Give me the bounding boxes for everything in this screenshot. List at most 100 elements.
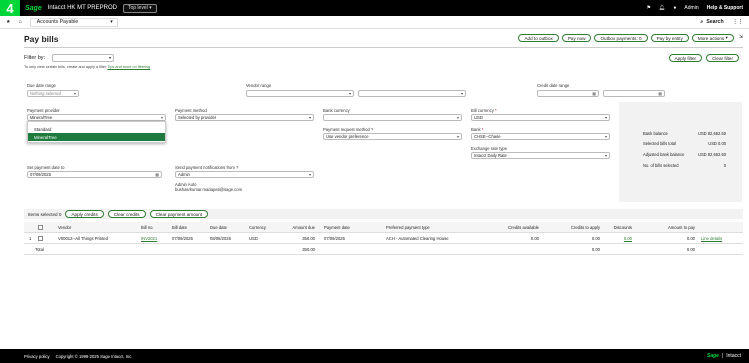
- bell-icon[interactable]: 🔔︎: [659, 5, 665, 11]
- flag-icon[interactable]: ⚑: [647, 5, 651, 11]
- filter-help-text: To only view certain bills, create and a…: [24, 65, 107, 69]
- col-currency: Currency: [249, 225, 266, 230]
- bills-table: Vendor Bill no. Bill date Due date Curre…: [24, 222, 743, 255]
- entity-select-value: Top level: [127, 5, 148, 11]
- star-icon[interactable]: ★: [6, 19, 11, 25]
- payment-request-method-select[interactable]: Use vendor preference ▾: [323, 133, 462, 140]
- send-notifications-value: Admin: [178, 172, 190, 177]
- chevron-down-icon: ▾: [456, 134, 459, 139]
- items-selected-count: Items selected 0: [28, 211, 62, 217]
- dropdown-option-mineraltree[interactable]: MineralTree: [28, 133, 165, 141]
- credits-to-apply-cell[interactable]: 0.00: [592, 236, 600, 241]
- more-actions-button[interactable]: More actions ▾: [691, 34, 734, 42]
- vendor-range-to[interactable]: ▾: [358, 90, 466, 97]
- chevron-down-icon: ▾: [348, 91, 351, 96]
- col-due-date: Due date: [210, 225, 227, 230]
- col-vendor: Vendor: [58, 225, 72, 230]
- apply-filter-button[interactable]: Apply filter: [668, 54, 703, 62]
- home-icon[interactable]: ⌂: [19, 19, 22, 25]
- calendar-icon[interactable]: ▦: [592, 91, 596, 96]
- currency-cell: USD: [249, 236, 258, 241]
- payment-type-cell: ACH - Automated Clearing House: [386, 236, 449, 241]
- payment-date-label: Set payment date to: [27, 165, 65, 170]
- clear-credits-button[interactable]: Clear credits: [107, 210, 146, 218]
- bank-select[interactable]: CHSE--Chase ▾: [471, 133, 610, 140]
- apply-credits-button[interactable]: Apply credits: [65, 210, 104, 218]
- vendor-range-from[interactable]: ▾: [246, 90, 354, 97]
- entity-select[interactable]: Top level ▾: [122, 3, 157, 13]
- collapse-icon[interactable]: ⇲: [739, 34, 743, 42]
- payment-provider-select[interactable]: MineralTree ▾: [27, 114, 166, 121]
- credits-available-cell: 0.00: [530, 236, 539, 241]
- payment-request-method-label-text: Payment request method: [323, 127, 370, 132]
- bill-date-cell: 07/09/2025: [172, 236, 193, 241]
- credit-date-from[interactable]: ▦: [537, 90, 599, 97]
- dropdown-option-standard[interactable]: Standard: [28, 125, 165, 133]
- calendar-icon[interactable]: ▦: [155, 172, 159, 177]
- col-discounts: Discounts: [613, 225, 632, 230]
- row-checkbox[interactable]: [38, 236, 43, 241]
- company-name: Intacct HK MT PREPROD: [47, 5, 117, 11]
- add-to-outbox-button[interactable]: Add to outbox: [518, 34, 559, 42]
- bank-value: CHSE--Chase: [474, 134, 501, 139]
- bills-selected-row: No. of bills selected 0: [643, 163, 726, 168]
- line-details-link[interactable]: Line details: [701, 236, 722, 241]
- payment-method-value: Selected by provider: [178, 115, 217, 120]
- bill-no-link[interactable]: INV2021: [141, 236, 157, 241]
- due-date-range-select[interactable]: Nothing selected ▾: [27, 90, 79, 97]
- pay-by-entity-button[interactable]: Pay by entity: [650, 34, 689, 42]
- total-label: Total: [35, 247, 44, 252]
- nav-bar: ★ ⌂ Accounts Payable ▾ ⌕ Search ⋮⋮: [0, 16, 749, 29]
- footer: Privacy policy Copyright © 1999-2025 Sag…: [0, 349, 749, 363]
- payment-date-cell[interactable]: 07/09/2025: [324, 236, 345, 241]
- col-credits-to-apply: Credits to apply: [570, 225, 600, 230]
- selected-total-row: Selected bills total USD 0.00: [643, 141, 726, 146]
- amount-to-pay-input[interactable]: 0.00: [687, 236, 695, 241]
- total-amount-due: 350.00: [302, 247, 315, 252]
- discounts-link[interactable]: 0.00: [624, 236, 632, 241]
- calendar-icon[interactable]: ▦: [658, 91, 662, 96]
- chevron-down-icon: ▾: [108, 55, 111, 60]
- action-buttons: Add to outbox Pay now Outbox payments: 0…: [518, 34, 743, 42]
- pay-now-button[interactable]: Pay now: [561, 34, 592, 42]
- due-date-cell: 08/08/2025: [210, 236, 231, 241]
- col-amount-due: Amount due: [292, 225, 315, 230]
- user-icon: ●: [673, 5, 677, 11]
- payment-provider-value: MineralTree: [30, 115, 53, 120]
- total-amount-to-pay: 0.00: [686, 247, 695, 252]
- help-link[interactable]: Help & Support: [707, 5, 743, 11]
- bill-currency-select[interactable]: USD ▾: [471, 114, 610, 121]
- table-header: Vendor Bill no. Bill date Due date Curre…: [24, 222, 743, 233]
- payment-date-value: 07/09/2025: [30, 172, 51, 177]
- help-icon[interactable]: ?: [236, 165, 238, 170]
- vendor-cell: V00012--All Things Printed: [58, 236, 108, 241]
- clear-filter-button[interactable]: Clear filter: [706, 54, 739, 62]
- select-all-checkbox[interactable]: [38, 225, 43, 230]
- apps-grid-icon[interactable]: ⋮⋮: [733, 19, 743, 25]
- table-total-row: Total 350.00 0.00 0.00: [24, 244, 743, 255]
- user-menu[interactable]: Admin: [684, 5, 698, 11]
- payment-method-label: Payment method: [175, 108, 207, 113]
- outbox-payments-button[interactable]: Outbox payments: 0: [594, 34, 648, 42]
- payment-date-input[interactable]: 07/09/2025 ▦: [27, 171, 162, 178]
- search-button[interactable]: Search: [706, 19, 723, 25]
- filter-select[interactable]: ▾: [52, 54, 114, 62]
- col-credits-available: Credits available: [508, 225, 539, 230]
- admin-email: bushasrkumar.madapati@sage.com: [175, 187, 243, 192]
- payment-method-select[interactable]: Selected by provider ▾: [175, 114, 314, 121]
- selected-total-value: USD 0.00: [708, 141, 726, 146]
- clear-payment-amount-button[interactable]: Clear payment amount: [149, 210, 209, 218]
- credit-date-to[interactable]: ▦: [603, 90, 665, 97]
- help-icon[interactable]: ?: [371, 127, 373, 132]
- module-select[interactable]: Accounts Payable ▾: [29, 17, 118, 27]
- search-icon[interactable]: ⌕: [700, 19, 703, 26]
- chevron-down-icon: ▾: [725, 35, 728, 40]
- bill-currency-label-text: Bill currency: [471, 108, 494, 113]
- privacy-policy-link[interactable]: Privacy policy: [24, 354, 50, 359]
- filter-tips-link[interactable]: Tips and more on filtering: [107, 65, 150, 69]
- send-notifications-select[interactable]: Admin ▾: [175, 171, 314, 178]
- exchange-rate-type-select[interactable]: Intacct Daily Rate ▾: [471, 152, 610, 159]
- bank-currency-select[interactable]: ▾: [323, 114, 462, 121]
- payment-request-method-label: Payment request method ?: [323, 127, 373, 132]
- payment-request-method-value: Use vendor preference: [326, 134, 369, 139]
